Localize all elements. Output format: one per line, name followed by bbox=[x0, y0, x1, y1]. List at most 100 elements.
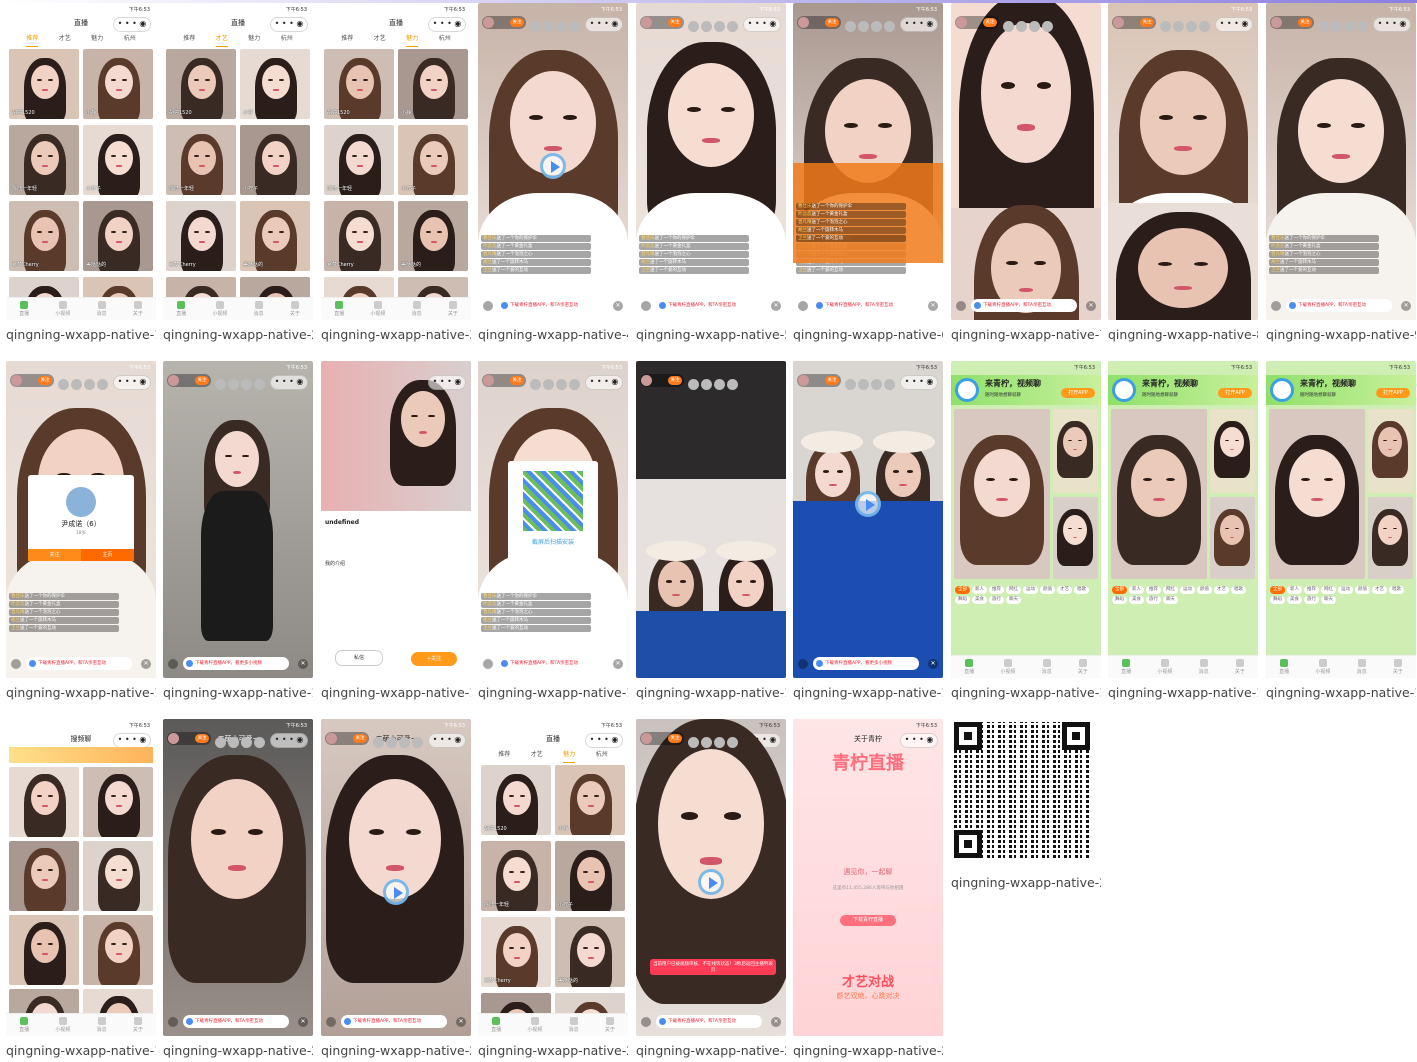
follow-button[interactable]: 关注 bbox=[195, 376, 209, 385]
streamer-card[interactable]: 胡婷1520 bbox=[481, 765, 551, 835]
viewer-avatar[interactable] bbox=[701, 21, 712, 32]
category-chip[interactable]: 舞蹈 bbox=[1270, 596, 1285, 604]
viewer-avatar[interactable] bbox=[1331, 21, 1342, 32]
streamer-card[interactable]: 夏梦Cherry bbox=[166, 201, 236, 271]
host-pill[interactable]: 关注 bbox=[482, 16, 526, 29]
close-icon[interactable]: ✕ bbox=[298, 659, 308, 669]
featured-streamer-card[interactable] bbox=[1269, 409, 1365, 579]
screenshot-thumbnail[interactable]: 下午6:53 • • • ◉ 直播 推荐 才艺 魅力 杭州 胡婷1520 小静 陈陆一年轻 小柠子夏… bbox=[163, 3, 313, 320]
follow-button[interactable]: 关注 bbox=[668, 734, 682, 743]
gallery-tile[interactable]: 个人主页• • • ◉undefined我的介绍私信+关注qingning-wx… bbox=[321, 361, 471, 700]
screenshot-thumbnail[interactable]: 下午6:53• • • ◉曹佳乐送了一个你的保护伞叶恋恋送了一个黄金礼盒曾凡晴送… bbox=[1108, 3, 1258, 320]
category-chip[interactable]: 美食 bbox=[972, 596, 987, 604]
viewer-avatar[interactable] bbox=[845, 21, 856, 32]
viewer-avatar[interactable] bbox=[884, 379, 895, 390]
viewer-avatar[interactable] bbox=[569, 21, 580, 32]
open-app-button[interactable]: 打开APP bbox=[1218, 388, 1252, 398]
download-app-bar[interactable]: 下载青柠直播APP，和TA亲密互动 bbox=[341, 1015, 447, 1028]
category-chip[interactable]: 旅行 bbox=[1146, 596, 1161, 604]
streamer-card[interactable]: 夏梦Cherry bbox=[9, 201, 79, 271]
download-app-bar[interactable]: 下载青柠直播APP，看更多小视频 bbox=[183, 657, 289, 670]
viewer-avatar[interactable] bbox=[727, 737, 738, 748]
host-pill[interactable]: 关注 bbox=[640, 732, 684, 745]
gallery-tile[interactable]: 下午6:53 • • • ◉ 直播 推荐 才艺 魅力 杭州 胡婷1520 小静 陈陆一年轻 小柠子夏… bbox=[321, 3, 471, 342]
screenshot-thumbnail[interactable]: 下午6:53• • • ◉来青柠，视频聊随时随地想聊就聊打开APP全部新人推荐网… bbox=[951, 361, 1101, 678]
tab-item[interactable]: 杭州 bbox=[596, 749, 608, 763]
featured-streamer-card[interactable] bbox=[1111, 409, 1207, 579]
bottom-nav-item[interactable]: 消息 bbox=[97, 301, 107, 317]
category-chip[interactable]: 推荐 bbox=[1304, 586, 1319, 594]
viewer-avatar[interactable] bbox=[254, 737, 265, 748]
tab-item[interactable]: 推荐 bbox=[341, 33, 353, 47]
viewer-avatar[interactable] bbox=[701, 379, 712, 390]
viewer-avatar[interactable] bbox=[1199, 21, 1210, 32]
streamer-card[interactable] bbox=[1368, 409, 1413, 493]
viewer-avatar[interactable] bbox=[688, 737, 699, 748]
tab-item[interactable]: 杭州 bbox=[281, 33, 293, 47]
screenshot-thumbnail[interactable]: 下午6:53 关于青柠 • • • ◉ 青柠直播 遇见你，一起聊 这里有11,455,28… bbox=[793, 719, 943, 1036]
tab-item[interactable]: 才艺 bbox=[59, 33, 71, 47]
category-chip[interactable]: 才艺 bbox=[1057, 586, 1072, 594]
category-chip[interactable]: 美食 bbox=[1287, 596, 1302, 604]
streamer-card[interactable]: 美哒哒的 bbox=[398, 201, 468, 271]
viewer-avatar[interactable] bbox=[871, 21, 882, 32]
share-icon[interactable] bbox=[641, 301, 651, 311]
streamer-card[interactable]: 胡婷1520 bbox=[166, 49, 236, 119]
screenshot-thumbnail[interactable]: 个人主页• • • ◉undefined我的介绍私信+关注 bbox=[321, 361, 471, 678]
streamer-card[interactable]: 陈陆一年轻 bbox=[481, 841, 551, 911]
category-chip[interactable]: 网红 bbox=[1321, 586, 1336, 594]
screenshot-thumbnail[interactable]: 下午6:53 • • • ◉ 搜频聊 直播 小视频 消息 关于 bbox=[6, 719, 156, 1036]
viewer-avatar[interactable] bbox=[1042, 21, 1053, 32]
tab-item[interactable]: 推荐 bbox=[183, 33, 195, 47]
follow-button[interactable]: 关注 bbox=[668, 376, 682, 385]
streamer-card[interactable]: 美哒哒的 bbox=[240, 201, 310, 271]
category-chip[interactable]: 全部 bbox=[955, 586, 970, 594]
close-icon[interactable]: ✕ bbox=[613, 301, 623, 311]
gallery-tile[interactable]: 下午6:53• • • ◉曹佳乐送了一个你的保护伞叶恋恋送了一个黄金礼盒曾凡晴送… bbox=[793, 3, 943, 342]
screenshot-thumbnail[interactable]: 下午6:53 • • • ◉ 直播 推荐 才艺 魅力 杭州 胡婷1520 小静 陈陆一年轻 小柠子夏… bbox=[478, 719, 628, 1036]
bottom-nav-item[interactable]: 消息 bbox=[254, 301, 264, 317]
tab-item[interactable]: 推荐 bbox=[498, 749, 510, 763]
close-icon[interactable]: ✕ bbox=[771, 1017, 781, 1027]
follow-button[interactable]: 关注 bbox=[668, 18, 682, 27]
streamer-card[interactable] bbox=[1053, 409, 1098, 493]
viewer-avatar[interactable] bbox=[556, 379, 567, 390]
share-icon[interactable] bbox=[326, 1017, 336, 1027]
viewer-avatar[interactable] bbox=[543, 21, 554, 32]
streamer-card[interactable]: 陈陆一年轻 bbox=[324, 125, 394, 195]
gallery-tile[interactable]: 下午6:53• • • ◉关注✕下载青柠直播APP，看更多小视频qingning… bbox=[636, 361, 786, 700]
viewer-avatar[interactable] bbox=[530, 21, 541, 32]
gallery-tile[interactable]: 下午6:53 • • • ◉ 搜频聊 直播 小视频 消息 关于 qingning-wxapp-… bbox=[6, 719, 156, 1058]
follow-button[interactable]: 关注 bbox=[510, 376, 524, 385]
download-app-bar[interactable]: 下载青柠直播APP，和TA亲密互动 bbox=[498, 657, 604, 670]
streamer-card[interactable] bbox=[9, 841, 79, 911]
category-chip[interactable]: 舞蹈 bbox=[1112, 596, 1127, 604]
close-icon[interactable]: ✕ bbox=[141, 659, 151, 669]
host-pill[interactable]: 关注 bbox=[167, 732, 211, 745]
gallery-tile[interactable]: 下午6:53• • • ◉关注✕下载青柠直播APP，看更多小视频qingning… bbox=[163, 361, 313, 700]
streamer-card[interactable]: 小柠子 bbox=[398, 125, 468, 195]
gallery-tile[interactable]: 下午6:53• • • ◉曹佳乐送了一个你的保护伞叶恋恋送了一个黄金礼盒曾凡晴送… bbox=[1266, 3, 1416, 342]
follow-button[interactable]: 关注 bbox=[1140, 18, 1154, 27]
screenshot-thumbnail[interactable]: 下午6:53• • • ◉曹佳乐送了一个你的保护伞叶恋恋送了一个黄金礼盒曾凡晴送… bbox=[478, 3, 628, 320]
viewer-avatar[interactable] bbox=[530, 379, 541, 390]
screenshot-thumbnail[interactable]: 下午6:53 • • • ◉ 直播 推荐 才艺 魅力 杭州 胡婷1520 小静 陈陆一年轻 小柠子夏… bbox=[321, 3, 471, 320]
follow-button[interactable]: 关注 bbox=[825, 18, 839, 27]
host-pill[interactable]: 关注 bbox=[640, 374, 684, 387]
viewer-avatar[interactable] bbox=[412, 737, 423, 748]
screenshot-thumbnail[interactable]: 下午6:53• • • ◉二萌小可爱~关注✕下载青柠直播APP，和TA亲密互动 bbox=[321, 719, 471, 1036]
category-chip[interactable]: 唱歌 bbox=[1231, 586, 1246, 594]
category-chip[interactable]: 全部 bbox=[1112, 586, 1127, 594]
streamer-card[interactable] bbox=[83, 767, 153, 837]
download-app-bar[interactable]: 下载青柠直播APP，和TA亲密互动 bbox=[813, 299, 919, 312]
streamer-card[interactable]: 陈陆一年轻 bbox=[9, 125, 79, 195]
profile-follow-button[interactable]: 关注 bbox=[28, 549, 81, 561]
open-app-button[interactable]: 打开APP bbox=[1376, 388, 1410, 398]
screenshot-thumbnail[interactable]: 下午6:53• • • ◉曹佳乐送了一个你的保护伞叶恋恋送了一个黄金礼盒曾凡晴送… bbox=[793, 3, 943, 320]
category-chip[interactable]: 聊天 bbox=[1163, 596, 1178, 604]
viewer-avatar[interactable] bbox=[871, 379, 882, 390]
category-chip[interactable]: 唱歌 bbox=[1389, 586, 1404, 594]
streamer-card[interactable]: 胡婷1520 bbox=[9, 49, 79, 119]
tab-item[interactable]: 魅力 bbox=[248, 33, 260, 47]
download-app-bar[interactable]: 下载青柠直播APP，和TA亲密互动 bbox=[1286, 299, 1392, 312]
